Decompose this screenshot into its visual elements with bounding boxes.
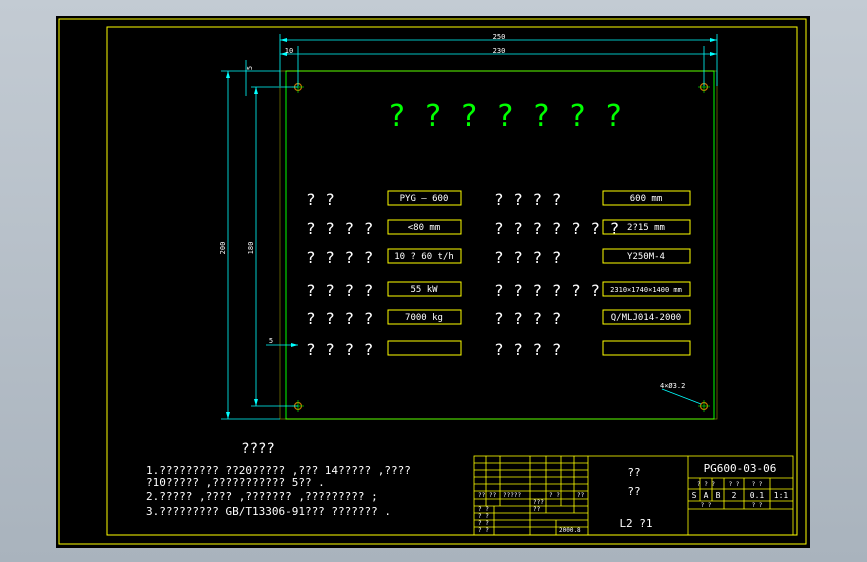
sign-row-2: ? ? (478, 513, 489, 520)
spec-value-box-left (387, 340, 462, 356)
spec-value-right: Y250M-4 (627, 252, 665, 262)
dim-left-offset: 5 (269, 337, 273, 345)
spec-label-right: ? ? ? ? ? ? ? (494, 219, 619, 238)
rev-cell-1: ?? (478, 492, 486, 499)
spec-value-left: PYG — 600 (400, 194, 449, 204)
stage-mark-b: B (716, 491, 721, 500)
note-line-3: 2.????? ,???? ,??????? ,????????? ; (146, 490, 378, 503)
spec-value-left: 7000 kg (405, 313, 443, 323)
spec-label-right: ? ? ? ? (494, 340, 561, 359)
cad-viewport[interactable]: 250 230 10 5 200 180 5 4×Ø3.2 ? ? ? ? ? … (56, 16, 810, 548)
spec-label-right: ? ? ? ? (494, 248, 561, 267)
drawing-number: PG600-03-06 (704, 462, 777, 475)
stage-mark-a: A (704, 491, 709, 500)
dim-width-total: 250 (493, 33, 506, 41)
header-cell-3: ? ? (752, 481, 763, 488)
spec-label-left: ? ? ? ? (306, 340, 373, 359)
sheet-cell-1: ? ? (701, 502, 712, 509)
spec-label-right: ? ? ? ? (494, 309, 561, 328)
spec-label-left: ? ? ? ? (306, 281, 373, 300)
spec-value-left: 55 kW (410, 285, 438, 295)
spec-label-left: ? ? ? ? (306, 219, 373, 238)
spec-value-left: 10 ? 60 t/h (394, 252, 454, 262)
scale-value: 0.1 (750, 491, 765, 500)
spec-value-box-right (602, 340, 691, 356)
drawing-canvas: 250 230 10 5 200 180 5 4×Ø3.2 ? ? ? ? ? … (58, 18, 807, 545)
spec-label-left: ? ? (306, 190, 335, 209)
plate-title: ? ? ? ? ? ? ? (388, 99, 623, 134)
spec-label-left: ? ? ? ? (306, 248, 373, 267)
sheet-cell-2: ? ? (752, 502, 763, 509)
spec-value-left: <80 mm (408, 223, 441, 233)
hole-note: 4×Ø3.2 (660, 382, 685, 390)
spec-value-right: 600 mm (630, 194, 663, 204)
header-cell-1: ? ? ? (697, 481, 715, 488)
rev-cell-5: ?? (577, 492, 585, 499)
part-name-line-1: ?? (627, 466, 640, 479)
sign-row-4: ? ? (478, 527, 489, 534)
note-line-2: ?10????? ,??????????? 5?? . (146, 476, 325, 489)
ratio-value: 1:1 (774, 491, 789, 500)
spec-table: ? ? PYG — 600 ? ? ? ? 600 mm ? ? ? ? <80 mm ? … (306, 190, 691, 359)
note-line-4: 3.????????? GB/T13306-91??? ??????? . (146, 505, 391, 518)
dim-width-inner: 230 (493, 47, 506, 55)
sign-row-3: ? ? (478, 520, 489, 527)
header-cell-2: ? ? (729, 481, 740, 488)
dim-height-inner: 180 (247, 242, 255, 255)
rev-cell-4: ? ? (549, 492, 560, 499)
spec-value-right: Q/MLJ014-2000 (611, 313, 681, 323)
spec-label-left: ? ? ? ? (306, 309, 373, 328)
notes-title: ???? (241, 441, 275, 457)
sign-row-1: ? ? (478, 506, 489, 513)
weight-value: 2 (732, 491, 737, 500)
spec-value-right: 2310×1740×1400 mm (610, 286, 682, 294)
material-label: L2 ?1 (619, 517, 652, 530)
part-name-line-2: ?? (627, 485, 640, 498)
spec-value-right: 2?15 mm (627, 223, 665, 233)
stage-mark-s: S (692, 491, 697, 500)
small-cell-1: ??? (533, 499, 544, 506)
rev-cell-2: ?? (489, 492, 497, 499)
small-cell-2: ?? (533, 506, 541, 513)
dim-height-total: 200 (219, 242, 227, 255)
dim-edge-offset: 10 (285, 47, 293, 55)
spec-label-right: ? ? ? ? ? ? (494, 281, 600, 300)
date-value: 2000.8 (559, 527, 581, 534)
rev-cell-3: ????? (503, 492, 521, 499)
dim-top-offset: 5 (246, 66, 254, 70)
spec-label-right: ? ? ? ? (494, 190, 561, 209)
